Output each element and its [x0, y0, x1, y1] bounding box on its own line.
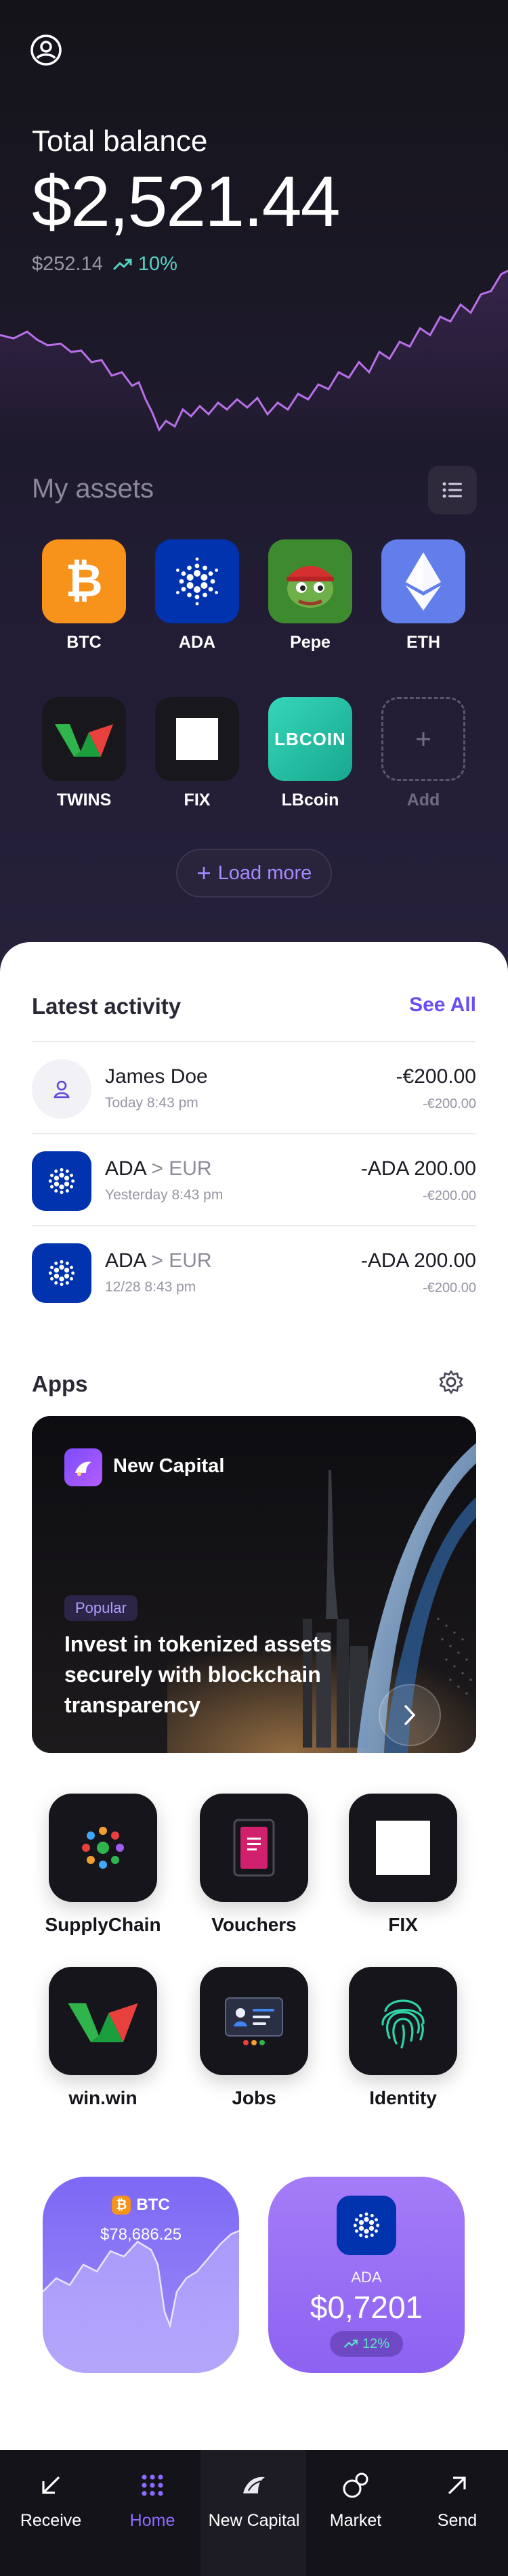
btc-icon: ₿ — [42, 539, 126, 623]
plus-icon — [381, 697, 465, 781]
banner-brand: New Capital — [113, 1455, 225, 1477]
ethereum-icon — [381, 539, 465, 623]
ada-price-card[interactable]: ADA $0,7201 12% — [268, 2177, 465, 2373]
nav-receive[interactable]: Receive — [0, 2469, 102, 2531]
jobs-icon — [200, 1967, 308, 2075]
asset-fix[interactable]: FIX — [155, 697, 239, 810]
ada-price: $0,7201 — [310, 2290, 423, 2325]
asset-lbcoin[interactable]: LBCOIN LBcoin — [268, 697, 352, 810]
new-capital-banner[interactable]: New Capital Popular Invest in tokenized … — [32, 1416, 476, 1753]
user-icon — [32, 1059, 91, 1119]
btc-icon: ₿ — [112, 2196, 131, 2215]
twins-icon — [42, 697, 126, 781]
ada-symbol: ADA — [351, 2269, 382, 2286]
pepe-icon — [268, 539, 352, 623]
plus-icon — [197, 867, 210, 879]
fix-icon — [155, 697, 239, 781]
winwin-icon — [49, 1967, 157, 2075]
arrow-down-left-icon — [42, 2476, 60, 2494]
market-icon — [343, 2472, 368, 2498]
asset-twins[interactable]: TWINS — [42, 697, 126, 810]
asset-eth[interactable]: ETH — [381, 539, 465, 652]
app-vouchers[interactable]: Vouchers — [193, 1794, 315, 1936]
load-more-button[interactable]: Load more — [176, 849, 332, 897]
gear-icon[interactable] — [438, 1369, 465, 1396]
see-all-link[interactable]: See All — [409, 994, 476, 1017]
asset-pepe[interactable]: Pepe — [268, 539, 352, 652]
app-identity[interactable]: Identity — [342, 1967, 464, 2109]
lbcoin-icon: LBCOIN — [268, 697, 352, 781]
profile-icon[interactable] — [28, 32, 64, 68]
activity-title: Latest activity — [32, 994, 182, 1019]
cardano-icon — [155, 539, 239, 623]
new-capital-logo-icon — [64, 1448, 102, 1486]
list-view-button[interactable] — [428, 466, 477, 514]
new-capital-logo-icon — [243, 2477, 265, 2493]
banner-headline: Invest in tokenized assets securely with… — [64, 1632, 332, 1717]
nav-send[interactable]: Send — [406, 2469, 508, 2531]
cardano-icon — [32, 1243, 91, 1303]
fix-icon — [349, 1794, 457, 1902]
app-supplychain[interactable]: SupplyChain — [42, 1794, 164, 1936]
cardano-icon — [337, 2196, 396, 2255]
balance-value: $2,521.44 — [32, 162, 341, 242]
fingerprint-icon — [349, 1967, 457, 2075]
btc-price: $78,686.25 — [100, 2225, 182, 2244]
chevron-right-icon — [404, 1705, 416, 1725]
arrow-up-right-icon — [448, 2477, 466, 2495]
list-icon — [442, 482, 462, 498]
asset-btc[interactable]: ₿ BTC — [42, 539, 126, 652]
activity-item[interactable]: ADA > EUR 12/28 8:43 pm -ADA 200.00 -€20… — [32, 1226, 476, 1317]
asset-ada[interactable]: ADA — [155, 539, 239, 652]
app-fix[interactable]: FIX — [342, 1794, 464, 1936]
app-winwin[interactable]: win.win — [42, 1967, 164, 2109]
cardano-icon — [32, 1151, 91, 1211]
btc-price-card[interactable]: ₿ BTC $78,686.25 — [43, 2177, 239, 2373]
bottom-nav: Receive Home New Capital Market Send — [0, 2450, 508, 2576]
activity-item[interactable]: James Doe Today 8:43 pm -€200.00 -€200.0… — [32, 1042, 476, 1133]
app-jobs[interactable]: Jobs — [193, 1967, 315, 2109]
nav-new-capital[interactable]: New Capital — [203, 2469, 305, 2531]
assets-title: My assets — [32, 474, 154, 504]
balance-label: Total balance — [32, 125, 208, 158]
svg-text:₿: ₿ — [65, 555, 102, 606]
voucher-icon — [200, 1794, 308, 1902]
supplychain-icon — [49, 1794, 157, 1902]
trend-up-icon — [343, 2339, 358, 2348]
grid-icon — [142, 2474, 163, 2496]
activity-item[interactable]: ADA > EUR Yesterday 8:43 pm -ADA 200.00 … — [32, 1134, 476, 1225]
popular-badge: Popular — [64, 1595, 137, 1621]
balance-hero: Total balance $2,521.44 $252.14 10% My a… — [0, 0, 508, 975]
apps-title: Apps — [32, 1371, 88, 1396]
nav-home[interactable]: Home — [102, 2469, 203, 2531]
ada-change-badge: 12% — [330, 2331, 403, 2357]
nav-market[interactable]: Market — [305, 2469, 406, 2531]
add-asset-button[interactable]: Add — [381, 697, 465, 810]
banner-next-button[interactable] — [379, 1684, 441, 1746]
balance-sparkline — [0, 269, 508, 447]
